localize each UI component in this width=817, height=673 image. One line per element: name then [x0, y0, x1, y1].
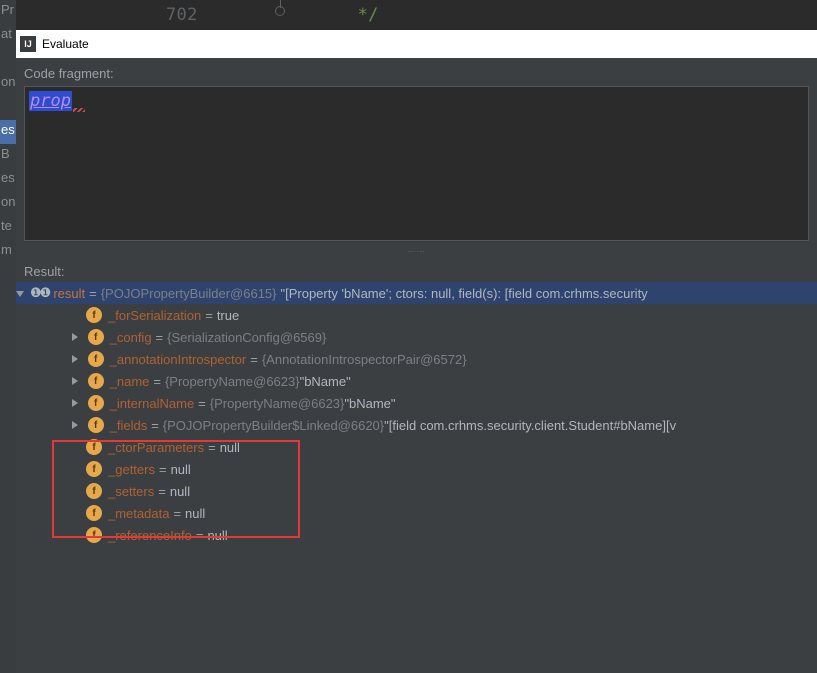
field-name: _annotationIntrospector — [110, 352, 247, 367]
field-name: _forSerialization — [108, 308, 201, 323]
result-tree[interactable]: ❶❶ result = {POJOPropertyBuilder@6615} "… — [16, 282, 817, 546]
stub: Pr — [0, 0, 16, 24]
field-value: null — [170, 484, 190, 499]
field-name: _setters — [108, 484, 154, 499]
field-badge-icon: f — [88, 351, 104, 367]
expand-icon[interactable] — [72, 333, 78, 341]
field-name: _name — [110, 374, 150, 389]
equals: = — [169, 506, 185, 521]
stub: te — [0, 216, 16, 240]
dialog-title-bar[interactable]: IJ Evaluate — [16, 30, 817, 58]
evaluate-dialog: Code fragment: prop …… Result: ❶❶ result… — [16, 58, 817, 673]
field-value: true — [217, 308, 239, 323]
result-root-row[interactable]: ❶❶ result = {POJOPropertyBuilder@6615} "… — [16, 282, 817, 304]
stub: on — [0, 192, 16, 216]
equals: = — [246, 352, 262, 367]
result-field-row[interactable]: f _ctorParameters=null — [16, 436, 817, 458]
stub: m — [0, 240, 16, 264]
stub-selected: es — [0, 120, 16, 144]
expand-icon[interactable] — [72, 355, 78, 363]
dialog-title: Evaluate — [42, 37, 89, 51]
equals: = — [149, 374, 165, 389]
equals: = — [194, 396, 210, 411]
result-field-row[interactable]: f _fields={POJOPropertyBuilder$Linked@662… — [16, 414, 817, 436]
field-value: "bName" — [300, 374, 351, 389]
field-badge-icon: f — [86, 461, 102, 477]
field-name: _fields — [110, 418, 148, 433]
field-value: null — [220, 440, 240, 455]
result-field-row[interactable]: f _referenceInfo=null — [16, 524, 817, 546]
expand-icon[interactable] — [72, 421, 78, 429]
code-comment: */ — [358, 5, 379, 25]
stub — [0, 96, 16, 120]
result-field-row[interactable]: f _annotationIntrospector={AnnotationIntr… — [16, 348, 817, 370]
line-number: 702 — [166, 5, 198, 25]
stub: es — [0, 168, 16, 192]
field-badge-icon: f — [86, 483, 102, 499]
equals: = — [192, 528, 208, 543]
result-field-row[interactable]: f _setters=null — [16, 480, 817, 502]
stub: B — [0, 144, 16, 168]
field-type: {PropertyName@6623} — [210, 396, 345, 411]
editor-gutter-strip: Pr at on es B es on te m — [0, 0, 16, 673]
field-name: _referenceInfo — [108, 528, 192, 543]
stub: on — [0, 72, 16, 96]
equals: = — [85, 286, 101, 301]
field-badge-icon: f — [86, 307, 102, 323]
collapse-icon[interactable] — [16, 291, 24, 297]
field-name: _ctorParameters — [108, 440, 204, 455]
field-type: {AnnotationIntrospectorPair@6572} — [262, 352, 467, 367]
result-field-row[interactable]: f _name={PropertyName@6623} "bName" — [16, 370, 817, 392]
result-field-row[interactable]: f _forSerialization=true — [16, 304, 817, 326]
var-name: result — [53, 286, 85, 301]
field-badge-icon: f — [88, 395, 104, 411]
equals: = — [147, 418, 163, 433]
splitter-grip[interactable]: …… — [16, 243, 817, 256]
intellij-icon: IJ — [20, 36, 36, 52]
result-field-row[interactable]: f _internalName={PropertyName@6623} "bNam… — [16, 392, 817, 414]
result-field-row[interactable]: f _config={SerializationConfig@6569} — [16, 326, 817, 348]
result-field-row[interactable]: f _metadata=null — [16, 502, 817, 524]
equals: = — [201, 308, 217, 323]
stub: at — [0, 24, 16, 48]
error-squiggle-icon — [73, 108, 85, 112]
field-badge-icon: f — [88, 329, 104, 345]
field-badge-icon: f — [86, 527, 102, 543]
field-value: "[field com.crhms.security.client.Studen… — [384, 418, 676, 433]
code-fragment-input[interactable]: prop — [24, 86, 809, 241]
field-value: "bName" — [344, 396, 395, 411]
code-fragment-label: Code fragment: — [16, 58, 817, 84]
field-badge-icon: f — [86, 505, 102, 521]
expand-icon[interactable] — [72, 377, 78, 385]
field-badge-icon: f — [88, 417, 104, 433]
field-type: {SerializationConfig@6569} — [167, 330, 326, 345]
field-value: null — [171, 462, 191, 477]
field-name: _getters — [108, 462, 155, 477]
field-value: null — [185, 506, 205, 521]
field-name: _internalName — [110, 396, 195, 411]
equals: = — [155, 462, 171, 477]
field-name: _metadata — [108, 506, 169, 521]
field-badge-icon: f — [86, 439, 102, 455]
field-value: null — [207, 528, 227, 543]
equals: = — [204, 440, 220, 455]
field-name: _config — [110, 330, 152, 345]
code-selection: prop — [29, 91, 72, 111]
field-type: {PropertyName@6623} — [165, 374, 300, 389]
equals: = — [152, 330, 168, 345]
editor-background: 702 */ — [16, 0, 817, 30]
result-field-row[interactable]: f _getters=null — [16, 458, 817, 480]
field-type: {POJOPropertyBuilder$Linked@6620} — [163, 418, 384, 433]
equals: = — [154, 484, 170, 499]
var-type: {POJOPropertyBuilder@6615} — [101, 286, 277, 301]
expand-icon[interactable] — [72, 399, 78, 407]
var-value: "[Property 'bName'; ctors: null, field(s… — [281, 286, 648, 301]
field-badge-icon: f — [88, 373, 104, 389]
stub — [0, 48, 16, 72]
result-label: Result: — [16, 256, 817, 282]
watch-icon: ❶❶ — [30, 285, 49, 301]
